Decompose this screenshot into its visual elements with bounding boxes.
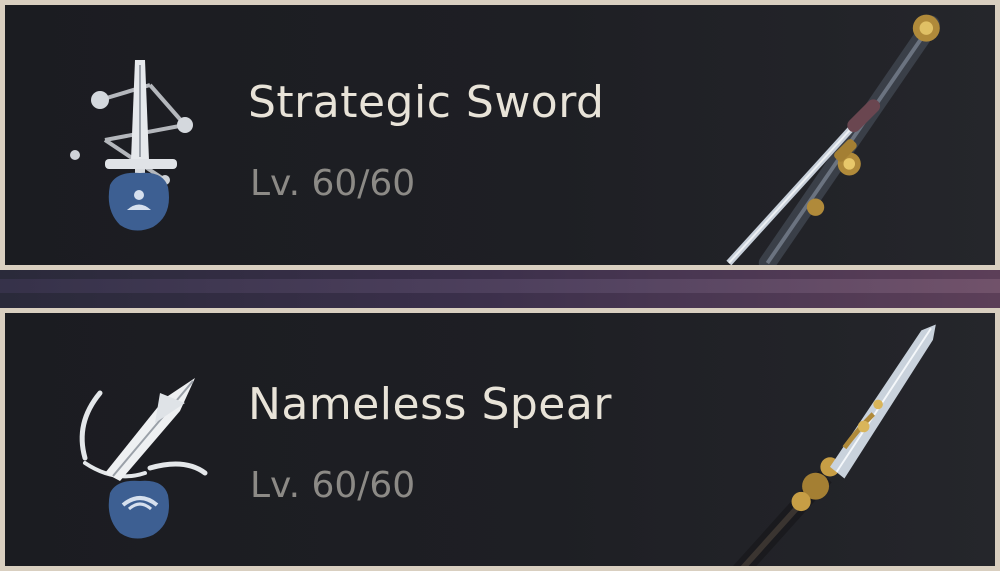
weapon-card-strategic-sword[interactable]: Strategic Sword Lv. 60/60 <box>0 0 1000 270</box>
strategic-sword-art <box>726 14 940 265</box>
sword-skill-icon <box>70 60 193 231</box>
weapon-level: Lv. 60/60 <box>250 465 416 506</box>
weapon-level: Lv. 60/60 <box>250 163 416 204</box>
weapon-name: Nameless Spear <box>248 379 612 430</box>
spear-skill-icon <box>79 378 208 539</box>
weapon-card-nameless-spear[interactable]: Nameless Spear Lv. 60/60 <box>0 308 1000 571</box>
nameless-spear-art <box>733 324 936 566</box>
weapon-name: Strategic Sword <box>248 77 605 128</box>
